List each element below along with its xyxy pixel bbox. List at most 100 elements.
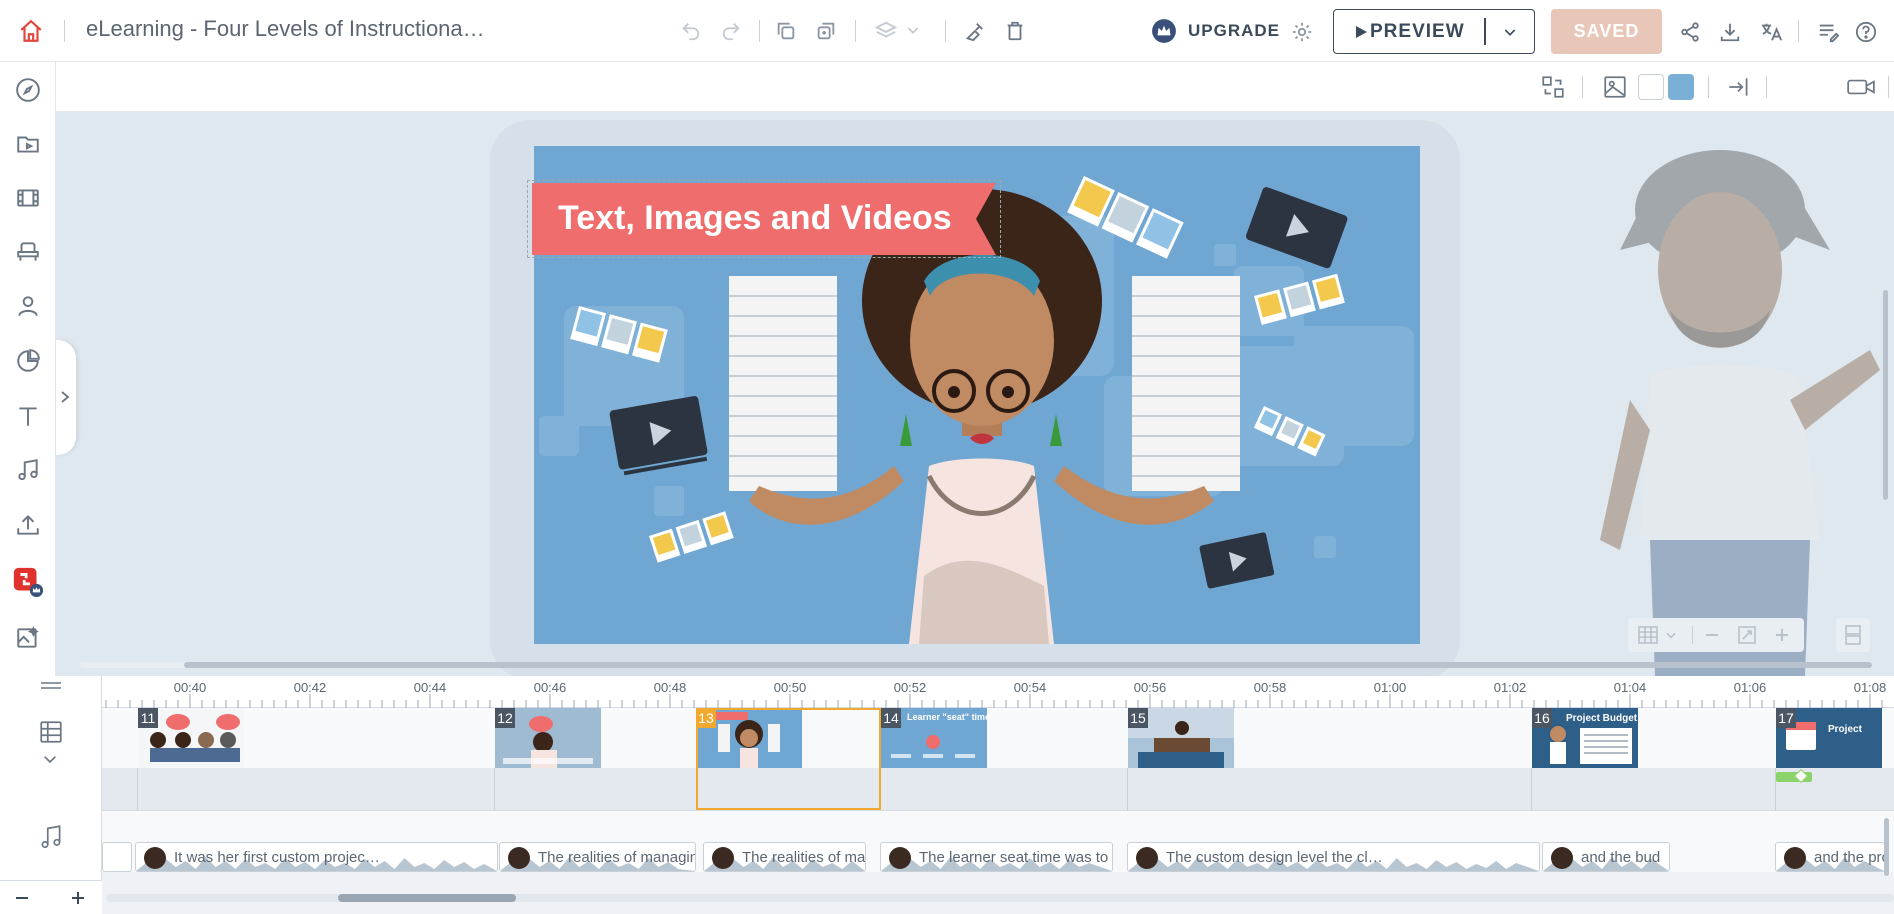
audio-clip[interactable]: The realities of managin (499, 842, 696, 872)
trash-icon[interactable] (1002, 18, 1028, 44)
divider (1127, 768, 1128, 810)
ruler-tick-label: 01:02 (1493, 680, 1527, 695)
copy-icon[interactable] (773, 18, 799, 44)
download-icon[interactable] (1716, 18, 1744, 46)
slide-title[interactable]: Text, Images and Videos (558, 199, 952, 238)
undo-icon[interactable] (678, 18, 704, 44)
ruler-tick-label: 00:50 (773, 680, 807, 695)
help-icon[interactable] (1852, 18, 1880, 46)
folder-icon[interactable] (12, 128, 44, 160)
video-icon[interactable] (1844, 72, 1878, 102)
film-icon[interactable] (12, 182, 44, 214)
scene-number: 15 (1128, 708, 1148, 728)
compass-icon[interactable] (12, 74, 44, 106)
divider (137, 768, 138, 810)
audio-clip-text: The realities of managin (538, 849, 696, 866)
grid-icon[interactable] (1638, 626, 1658, 644)
avatar (508, 847, 530, 869)
zoom-in-icon[interactable] (1774, 627, 1790, 643)
redo-icon[interactable] (718, 18, 744, 44)
preview-label: PREVIEW (1370, 21, 1465, 42)
image-icon[interactable] (1600, 72, 1630, 102)
upload-icon[interactable] (12, 509, 44, 541)
audio-clip[interactable]: and the bud (1542, 842, 1670, 872)
upgrade-button[interactable]: UPGRADE (1188, 21, 1280, 41)
scene-thumbnail[interactable]: 17 Project (1776, 708, 1882, 768)
crown-icon[interactable] (1150, 17, 1178, 45)
audio-clip[interactable]: The custom design level the cl… (1127, 842, 1540, 872)
divider (1692, 626, 1693, 644)
enter-icon[interactable] (1724, 72, 1754, 102)
chevron-down-icon[interactable] (903, 20, 923, 40)
preview-button[interactable]: PREVIEW (1333, 9, 1535, 54)
slide-title-banner[interactable]: Text, Images and Videos (527, 180, 1001, 258)
blue-swatch[interactable] (1668, 74, 1694, 100)
white-swatch[interactable] (1638, 74, 1664, 100)
timeline-vertical-scrollbar[interactable] (1884, 818, 1889, 876)
ruler-tick-label: 01:00 (1373, 680, 1407, 695)
music-icon[interactable] (12, 454, 44, 486)
audio-clip[interactable]: and the pro (1775, 842, 1885, 872)
scenes-icon[interactable] (38, 719, 64, 745)
duplicate-icon[interactable] (813, 18, 839, 44)
divider (1531, 768, 1532, 810)
saved-button[interactable]: SAVED (1551, 9, 1662, 54)
scene-transition-marker[interactable] (1776, 768, 1812, 784)
audio-clip[interactable]: It was her first custom projec… (135, 842, 498, 872)
scrollbar-thumb[interactable] (338, 894, 516, 902)
audio-clip-text: The custom design level the cl… (1166, 849, 1383, 866)
clean-icon[interactable] (962, 18, 988, 44)
offstage-character[interactable] (1590, 140, 1894, 676)
drag-handle-icon[interactable] (40, 680, 62, 692)
chevron-down-icon[interactable] (1502, 24, 1518, 40)
scene-thumbnail[interactable]: 14 Learner "seat" time (881, 708, 990, 768)
timeline-ruler[interactable]: 00:40 00:42 00:44 00:46 00:48 00:50 00:52 00:54… (102, 676, 1894, 708)
scene-number: 16 (1532, 708, 1552, 728)
home-icon[interactable] (16, 16, 46, 46)
split-icon (1845, 625, 1861, 645)
image-edit-icon[interactable] (12, 622, 44, 654)
chart-icon[interactable] (12, 345, 44, 377)
audio-clip-text: The learner seat time was to (919, 849, 1109, 866)
layers-icon[interactable] (873, 18, 899, 44)
document-title[interactable]: eLearning - Four Levels of Instructiona… (86, 16, 485, 42)
person-icon[interactable] (12, 290, 44, 322)
scene-thumbnail[interactable]: 12 (495, 708, 601, 768)
ruler-tick-label: 00:52 (893, 680, 927, 695)
music-icon[interactable] (38, 823, 64, 851)
panel-toggle-button[interactable] (1836, 618, 1870, 652)
zoom-in-icon[interactable] (70, 890, 86, 906)
text-icon[interactable] (12, 400, 44, 432)
stage-horizontal-scrollbar[interactable] (80, 662, 1872, 668)
scene-thumbnail[interactable]: 15 (1128, 708, 1234, 768)
audio-clip[interactable] (102, 842, 132, 872)
scene-thumbnail[interactable]: 16 Project Budget (1532, 708, 1638, 768)
drawer-toggle[interactable] (56, 340, 76, 455)
zoom-out-icon[interactable] (14, 891, 30, 905)
notes-icon[interactable] (1814, 18, 1842, 46)
gear-icon[interactable] (1288, 18, 1316, 46)
swap-icon[interactable] (1538, 72, 1568, 102)
scene-thumbnail[interactable]: 11 (138, 708, 244, 768)
chevron-down-icon[interactable] (1664, 628, 1678, 642)
audio-clip-text: and the bud (1581, 849, 1661, 866)
selected-scene-outline[interactable] (696, 708, 881, 810)
ruler-tick-label: 00:46 (533, 680, 567, 695)
scene-thumb-text: Project Budget (1566, 713, 1638, 724)
audio-clip[interactable]: The realities of ma (703, 842, 866, 872)
premium-icon[interactable] (12, 566, 44, 598)
fit-screen-icon[interactable] (1738, 626, 1756, 644)
stage-vertical-scrollbar[interactable] (1883, 290, 1888, 500)
timeline-horizontal-scrollbar[interactable] (106, 894, 1894, 902)
timeline-zoom-controls (0, 880, 102, 914)
zoom-out-icon[interactable] (1704, 628, 1720, 642)
scrollbar-thumb[interactable] (184, 662, 1872, 668)
audio-clip[interactable]: The learner seat time was to (880, 842, 1113, 872)
chair-icon[interactable] (12, 236, 44, 268)
share-icon[interactable] (1676, 18, 1704, 46)
chevron-down-icon[interactable] (42, 754, 58, 766)
avatar (889, 847, 911, 869)
left-sidebar (0, 62, 56, 676)
scene-thumb-text: Project (1828, 724, 1862, 735)
translate-icon[interactable] (1758, 18, 1786, 46)
